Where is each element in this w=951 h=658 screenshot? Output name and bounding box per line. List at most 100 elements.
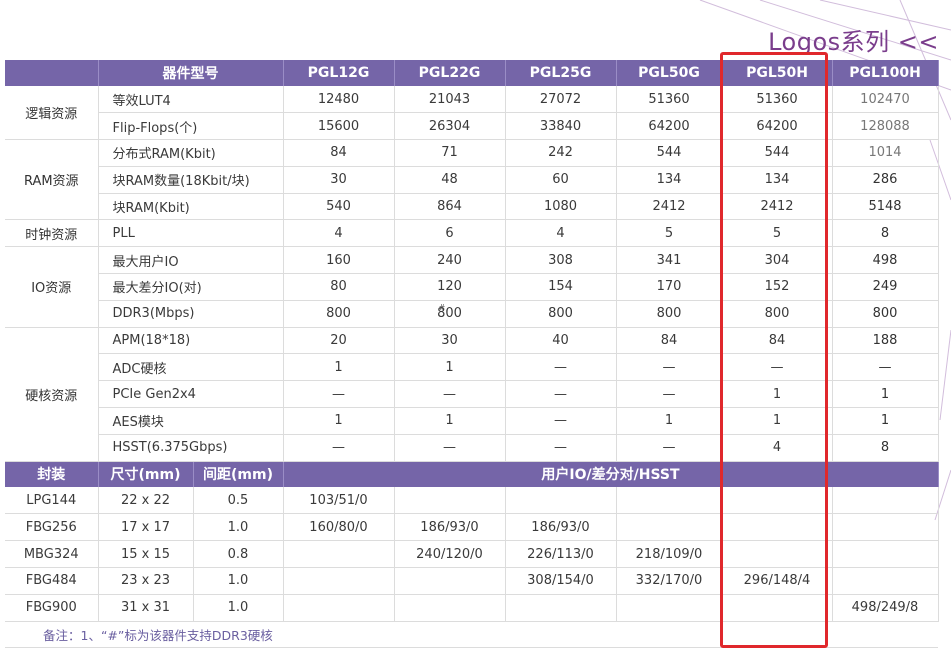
value-cell: 12480 xyxy=(283,86,395,114)
value-cell: — xyxy=(505,407,617,435)
package-pitch-cell: 0.5 xyxy=(193,487,284,515)
package-pitch-cell: 1.0 xyxy=(193,513,284,542)
value-cell: 120 xyxy=(394,273,506,301)
param-cell: 块RAM(Kbit) xyxy=(98,193,284,221)
value-cell: — xyxy=(505,380,617,409)
package-io-cell xyxy=(394,567,506,595)
highlight-box-pgl50h xyxy=(720,52,828,648)
param-cell: ADC硬核 xyxy=(98,353,284,382)
header-model-6: PGL100H xyxy=(832,60,939,86)
package-io-cell: 218/109/0 xyxy=(616,540,723,569)
package-io-cell xyxy=(283,567,395,595)
param-cell: DDR3(Mbps) xyxy=(98,300,284,328)
value-cell: 1014 xyxy=(832,139,939,167)
header-model-3: PGL25G xyxy=(505,60,617,86)
header-user-io: 用户IO/差分对/HSST xyxy=(283,461,939,488)
value-cell: 4 xyxy=(283,219,395,248)
package-name-cell: MBG324 xyxy=(5,540,99,569)
value-cell: 6 xyxy=(394,219,506,248)
value-cell: — xyxy=(832,353,939,382)
value-cell: 540 xyxy=(283,193,395,221)
value-cell: 84 xyxy=(283,139,395,167)
param-cell: 最大用户IO xyxy=(98,246,284,275)
param-cell: 最大差分IO(对) xyxy=(98,273,284,301)
value-cell: 544 xyxy=(616,139,723,167)
value-cell: 30 xyxy=(283,166,395,194)
header-model-4: PGL50G xyxy=(616,60,723,86)
value-cell: 4 xyxy=(505,219,617,248)
value-cell: 864 xyxy=(394,193,506,221)
value-cell: 286 xyxy=(832,166,939,194)
value-cell: 27072 xyxy=(505,86,617,114)
param-cell: PLL xyxy=(98,219,284,248)
value-cell: 1 xyxy=(832,380,939,409)
value-cell: 1080 xyxy=(505,193,617,221)
value-cell: — xyxy=(283,380,395,409)
header-size: 尺寸(mm) xyxy=(98,461,194,488)
value-cell: — xyxy=(616,353,723,382)
param-cell: 分布式RAM(Kbit) xyxy=(98,139,284,167)
package-io-cell xyxy=(832,487,939,515)
header-pitch: 间距(mm) xyxy=(193,461,284,488)
value-cell: — xyxy=(394,434,506,462)
package-pitch-cell: 0.8 xyxy=(193,540,284,569)
category-cell: IO资源 xyxy=(5,246,99,328)
value-cell: 8 xyxy=(832,219,939,248)
package-pitch-cell: 1.0 xyxy=(193,594,284,622)
package-name-cell: LPG144 xyxy=(5,487,99,515)
value-cell: 498 xyxy=(832,246,939,275)
package-io-cell xyxy=(394,594,506,622)
value-cell: 51360 xyxy=(616,86,723,114)
package-io-cell xyxy=(832,540,939,569)
category-cell: 硬核资源 xyxy=(5,327,99,462)
value-cell: — xyxy=(616,380,723,409)
value-cell: 154 xyxy=(505,273,617,301)
package-io-cell: 498/249/8 xyxy=(832,594,939,622)
package-io-cell: 160/80/0 xyxy=(283,513,395,542)
header-device-model: 器件型号 xyxy=(98,60,284,86)
value-cell: 8 xyxy=(832,434,939,462)
param-cell: AES模块 xyxy=(98,407,284,435)
package-io-cell xyxy=(394,487,506,515)
package-name-cell: FBG900 xyxy=(5,594,99,622)
value-cell: 84 xyxy=(616,327,723,355)
value-cell: 128088 xyxy=(832,112,939,141)
package-size-cell: 23 x 23 xyxy=(98,567,194,595)
value-cell: — xyxy=(394,380,506,409)
value-cell: 1 xyxy=(283,407,395,435)
value-cell: 21043 xyxy=(394,86,506,114)
value-cell: 5148 xyxy=(832,193,939,221)
package-io-cell: 240/120/0 xyxy=(394,540,506,569)
package-name-cell: FBG484 xyxy=(5,567,99,595)
package-size-cell: 15 x 15 xyxy=(98,540,194,569)
package-io-cell xyxy=(505,594,617,622)
package-io-cell xyxy=(832,513,939,542)
value-cell: — xyxy=(505,434,617,462)
package-io-cell: 308/154/0 xyxy=(505,567,617,595)
package-size-cell: 17 x 17 xyxy=(98,513,194,542)
value-cell: 249 xyxy=(832,273,939,301)
package-io-cell xyxy=(616,513,723,542)
param-cell: HSST(6.375Gbps) xyxy=(98,434,284,462)
value-cell: — xyxy=(283,434,395,462)
value-cell: 170 xyxy=(616,273,723,301)
value-cell: 1 xyxy=(394,353,506,382)
package-pitch-cell: 1.0 xyxy=(193,567,284,595)
package-name-cell: FBG256 xyxy=(5,513,99,542)
category-cell: 时钟资源 xyxy=(5,219,99,248)
value-cell: 102470 xyxy=(832,86,939,114)
value-cell: 1 xyxy=(832,407,939,435)
value-cell: 1 xyxy=(283,353,395,382)
value-cell: 1 xyxy=(616,407,723,435)
value-cell: 242 xyxy=(505,139,617,167)
value-cell: 5 xyxy=(616,219,723,248)
value-cell: 40 xyxy=(505,327,617,355)
package-io-cell xyxy=(283,594,395,622)
value-cell: 134 xyxy=(616,166,723,194)
param-cell: 块RAM数量(18Kbit/块) xyxy=(98,166,284,194)
header-model-2: PGL22G xyxy=(394,60,506,86)
value-cell: 800 xyxy=(832,300,939,328)
package-io-cell: 226/113/0 xyxy=(505,540,617,569)
value-cell: 30 xyxy=(394,327,506,355)
value-cell: #800 xyxy=(394,300,506,328)
